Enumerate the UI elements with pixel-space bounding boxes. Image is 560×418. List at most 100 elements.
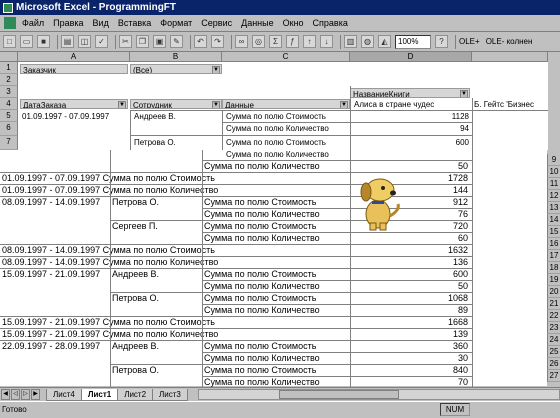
row-total-label[interactable]: 08.09.1997 - 14.09.1997 Сумма по полю Ст…: [0, 244, 350, 256]
olap-minus-button[interactable]: OLE- колнен: [486, 37, 533, 46]
page-field-dropdown[interactable]: (Все) ▼: [130, 64, 222, 74]
column-item-book2[interactable]: Б. Гейтс 'Бизнес: [472, 99, 548, 110]
value-cell[interactable]: 600: [350, 268, 472, 280]
column-item-book1[interactable]: Алиса в стране чудес: [352, 99, 470, 110]
scroll-thumb[interactable]: [278, 390, 399, 399]
data-label[interactable]: Сумма по полю Стоимость: [202, 220, 350, 232]
row-header[interactable]: 11: [547, 178, 560, 190]
new-icon[interactable]: □: [3, 35, 16, 48]
column-header-d[interactable]: D: [350, 52, 472, 62]
row-item-employee[interactable]: [110, 232, 202, 244]
row-header[interactable]: 10: [547, 166, 560, 178]
row-header-4[interactable]: 4: [0, 98, 18, 110]
chevron-down-icon[interactable]: ▼: [340, 101, 348, 108]
row-total-label[interactable]: 08.09.1997 - 14.09.1997 Сумма по полю Ко…: [0, 256, 350, 268]
value-cell[interactable]: 60: [350, 232, 472, 244]
sort-ascending-icon[interactable]: ↑: [303, 35, 316, 48]
row-field-date-button[interactable]: ДатаЗаказа ▼: [20, 99, 128, 109]
menu-window[interactable]: Окно: [283, 18, 304, 28]
column-header-c[interactable]: C: [222, 52, 350, 62]
data-label[interactable]: Сумма по полю Стоимость: [202, 268, 350, 280]
next-sheet-icon[interactable]: ▷: [21, 389, 30, 400]
format-painter-icon[interactable]: ✎: [170, 35, 183, 48]
hyperlink-icon[interactable]: ∞: [235, 35, 248, 48]
row-total-label[interactable]: 01.09.1997 - 07.09.1997 Сумма по полю Ко…: [0, 184, 350, 196]
menu-tools[interactable]: Сервис: [201, 18, 232, 28]
menu-edit[interactable]: Правка: [53, 18, 83, 28]
data-label[interactable]: Сумма по полю Количество: [202, 232, 350, 244]
column-header-e[interactable]: [472, 52, 548, 62]
menu-help[interactable]: Справка: [313, 18, 348, 28]
menu-file[interactable]: Файл: [22, 18, 44, 28]
data-label[interactable]: Сумма по полю Стоимость: [202, 340, 350, 352]
chevron-down-icon[interactable]: ▼: [212, 66, 220, 73]
paste-icon[interactable]: ▣: [153, 35, 166, 48]
data-label[interactable]: Сумма по полю Стоимость: [202, 364, 350, 376]
row-header[interactable]: 22: [547, 310, 560, 322]
row-header[interactable]: 25: [547, 346, 560, 358]
row-item-week[interactable]: [0, 232, 110, 244]
row-header[interactable]: 17: [547, 250, 560, 262]
row-header[interactable]: 26: [547, 358, 560, 370]
value-cell[interactable]: 840: [350, 364, 472, 376]
zoom-select[interactable]: 100%: [395, 34, 431, 49]
row-item-week[interactable]: [0, 304, 110, 316]
function-icon[interactable]: ƒ: [286, 35, 299, 48]
office-assistant-dog-icon[interactable]: [350, 170, 406, 232]
row-header[interactable]: 12: [547, 190, 560, 202]
row-item-employee[interactable]: Андреев В.: [110, 268, 202, 280]
first-sheet-icon[interactable]: ◀: [1, 389, 10, 400]
row-item-week[interactable]: [0, 220, 110, 232]
row-item-week[interactable]: [0, 160, 110, 172]
row-header-3[interactable]: 3: [0, 86, 18, 98]
chevron-down-icon[interactable]: ▼: [460, 90, 468, 97]
web-toolbar-icon[interactable]: ◎: [252, 35, 265, 48]
row-header[interactable]: 18: [547, 262, 560, 274]
value-cell[interactable]: 1068: [350, 292, 472, 304]
row-header-7[interactable]: 7: [0, 136, 18, 150]
row-item-week[interactable]: [0, 364, 110, 376]
value-cell[interactable]: 600: [350, 137, 472, 148]
row-item-employee[interactable]: [110, 208, 202, 220]
undo-icon[interactable]: ↶: [194, 35, 207, 48]
row-header[interactable]: 16: [547, 238, 560, 250]
row-header[interactable]: 23: [547, 322, 560, 334]
row-item-employee[interactable]: [110, 352, 202, 364]
value-cell[interactable]: 136: [350, 256, 472, 268]
sort-descending-icon[interactable]: ↓: [320, 35, 333, 48]
row-item-employee[interactable]: [110, 280, 202, 292]
menu-view[interactable]: Вид: [93, 18, 109, 28]
row-item-employee[interactable]: [110, 304, 202, 316]
olap-plus-button[interactable]: OLE+: [459, 37, 480, 46]
row-item-employee[interactable]: [110, 160, 202, 172]
column-field-button[interactable]: НазваниеКниги ▼: [350, 88, 470, 98]
drawing-icon[interactable]: ◭: [378, 35, 391, 48]
row-item-petrova[interactable]: Петрова О.: [132, 137, 220, 148]
row-header[interactable]: 9: [547, 154, 560, 166]
office-assistant-icon[interactable]: ?: [435, 35, 448, 48]
row-header[interactable]: 15: [547, 226, 560, 238]
value-cell[interactable]: 139: [350, 328, 472, 340]
column-header-b[interactable]: B: [130, 52, 222, 62]
chevron-down-icon[interactable]: ▼: [212, 101, 220, 108]
redo-icon[interactable]: ↷: [211, 35, 224, 48]
value-cell[interactable]: 89: [350, 304, 472, 316]
menu-data[interactable]: Данные: [241, 18, 274, 28]
row-total-label[interactable]: 15.09.1997 - 21.09.1997 Сумма по полю Ст…: [0, 316, 350, 328]
tab-sheet1[interactable]: Лист1: [80, 388, 119, 401]
row-item-employee[interactable]: Сергеев П.: [110, 220, 202, 232]
row-header[interactable]: 24: [547, 334, 560, 346]
row-item-employee[interactable]: Петрова О.: [110, 196, 202, 208]
horizontal-scrollbar[interactable]: [197, 389, 560, 400]
data-label[interactable]: Сумма по полю Стоимость: [202, 196, 350, 208]
menu-format[interactable]: Формат: [160, 18, 192, 28]
row-item-week[interactable]: 15.09.1997 - 21.09.1997: [0, 268, 110, 280]
row-item-employee[interactable]: Петрова О.: [110, 364, 202, 376]
row-field-employee-button[interactable]: Сотрудник ▼: [130, 99, 222, 109]
row-header[interactable]: 21: [547, 298, 560, 310]
value-cell[interactable]: 1668: [350, 316, 472, 328]
value-cell[interactable]: 360: [350, 340, 472, 352]
select-all-corner[interactable]: [0, 52, 18, 62]
data-label[interactable]: Сумма по полю Количество: [202, 304, 350, 316]
row-item-week[interactable]: [0, 292, 110, 304]
